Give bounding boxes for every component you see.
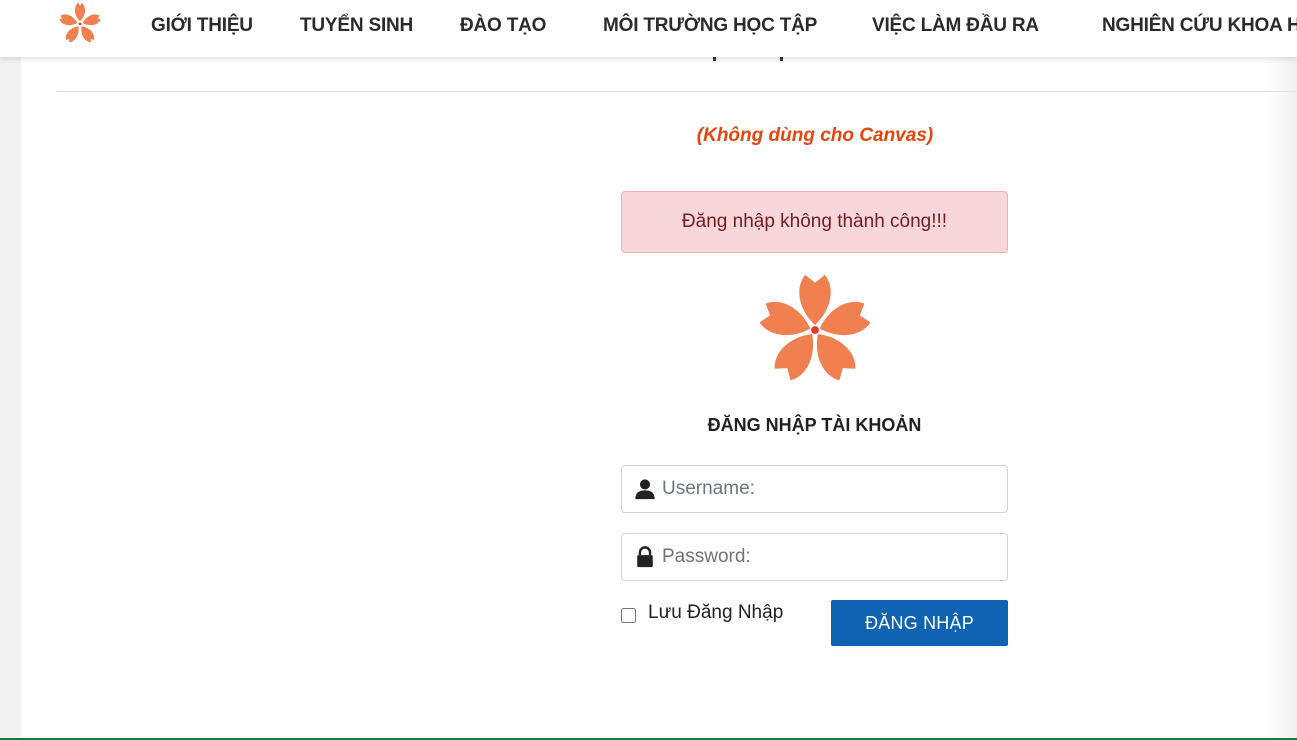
nav-item-nghien-cuu-khoa-hoc[interactable]: NGHIÊN CỨU KHOA HỌC xyxy=(1102,14,1297,38)
nav-item-moi-truong-hoc-tap[interactable]: MÔI TRƯỜNG HỌC TẬP xyxy=(603,14,817,38)
login-page-card: (Không dùng cho Canvas) Đăng nhập không … xyxy=(21,57,1297,740)
top-navigation: GIỚI THIỆU TUYỂN SINH ĐÀO TẠO MÔI TRƯỜNG… xyxy=(0,0,1297,57)
username-input[interactable] xyxy=(662,466,1002,512)
nav-item-viec-lam-dau-ra[interactable]: VIỆC LÀM ĐẦU RA xyxy=(872,14,1039,38)
password-input[interactable] xyxy=(662,534,1002,580)
nav-item-dao-tao[interactable]: ĐÀO TẠO xyxy=(460,14,546,38)
nav-item-tuyen-sinh[interactable]: TUYỂN SINH xyxy=(300,14,413,38)
lock-icon xyxy=(637,546,653,568)
username-field[interactable] xyxy=(621,465,1008,513)
remember-label[interactable]: Lưu Đăng Nhập xyxy=(648,602,783,624)
flower-logo-icon[interactable] xyxy=(57,1,103,47)
page-heading-cutoff xyxy=(681,57,801,65)
remember-checkbox[interactable] xyxy=(621,608,636,623)
login-error-alert: Đăng nhập không thành công!!! xyxy=(621,191,1008,253)
right-edge-shadow xyxy=(1267,57,1297,740)
login-form-title: ĐĂNG NHẬP TÀI KHOẢN xyxy=(707,415,922,435)
login-button[interactable]: ĐĂNG NHẬP xyxy=(831,600,1008,646)
heading-divider xyxy=(57,91,1297,92)
nav-item-gioi-thieu[interactable]: GIỚI THIỆU xyxy=(151,14,253,38)
user-icon xyxy=(635,479,655,500)
flower-logo-icon xyxy=(759,274,871,381)
password-field[interactable] xyxy=(621,533,1008,581)
canvas-notice: (Không dùng cho Canvas) xyxy=(696,125,934,146)
